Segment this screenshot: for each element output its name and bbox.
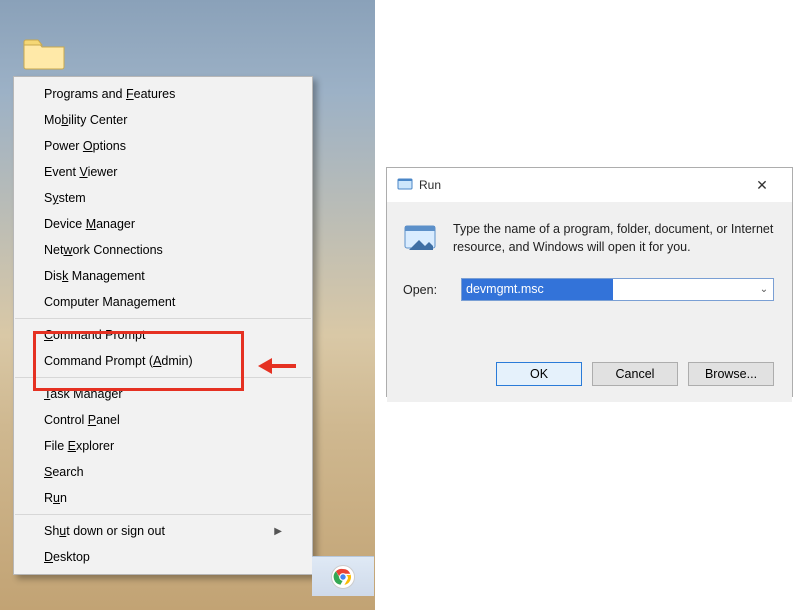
cancel-button[interactable]: Cancel [592,362,678,386]
menu-computer-management[interactable]: Computer Management [14,289,312,315]
menu-separator [15,318,311,319]
menu-network-connections[interactable]: Network Connections [14,237,312,263]
menu-power-options[interactable]: Power Options [14,133,312,159]
menu-separator [15,377,311,378]
chevron-down-icon[interactable]: ⌄ [755,279,773,300]
menu-control-panel[interactable]: Control Panel [14,407,312,433]
chrome-icon[interactable] [331,565,355,589]
menu-task-manager[interactable]: Task Manager [14,381,312,407]
menu-separator [15,514,311,515]
menu-system[interactable]: System [14,185,312,211]
menu-disk-management[interactable]: Disk Management [14,263,312,289]
submenu-arrow-icon: ▶ [274,526,282,537]
winx-menu: Programs and Features Mobility Center Po… [13,76,313,575]
menu-device-manager[interactable]: Device Manager [14,211,312,237]
ok-button[interactable]: OK [496,362,582,386]
open-combobox[interactable]: devmgmt.msc ⌄ [461,278,774,301]
menu-command-prompt-admin[interactable]: Command Prompt (Admin) [14,348,312,374]
menu-shutdown-signout[interactable]: Shut down or sign out▶ [14,518,312,544]
run-title-text: Run [419,178,441,192]
folder-icon[interactable] [22,34,66,70]
menu-file-explorer[interactable]: File Explorer [14,433,312,459]
run-titlebar[interactable]: Run ✕ [387,168,792,202]
run-program-icon [403,220,439,256]
menu-programs-features[interactable]: Programs and Features [14,81,312,107]
close-button[interactable]: ✕ [742,171,782,199]
menu-event-viewer[interactable]: Event Viewer [14,159,312,185]
run-dialog: Run ✕ Type the name of a program, folder… [386,167,793,397]
menu-search[interactable]: Search [14,459,312,485]
open-input[interactable]: devmgmt.msc [462,279,613,300]
run-window-icon [397,176,413,195]
menu-desktop[interactable]: Desktop [14,544,312,570]
menu-command-prompt[interactable]: Command Prompt [14,322,312,348]
menu-run[interactable]: Run [14,485,312,511]
taskbar [312,556,374,596]
browse-button[interactable]: Browse... [688,362,774,386]
run-description: Type the name of a program, folder, docu… [453,220,774,256]
menu-mobility-center[interactable]: Mobility Center [14,107,312,133]
open-label: Open: [403,283,461,297]
